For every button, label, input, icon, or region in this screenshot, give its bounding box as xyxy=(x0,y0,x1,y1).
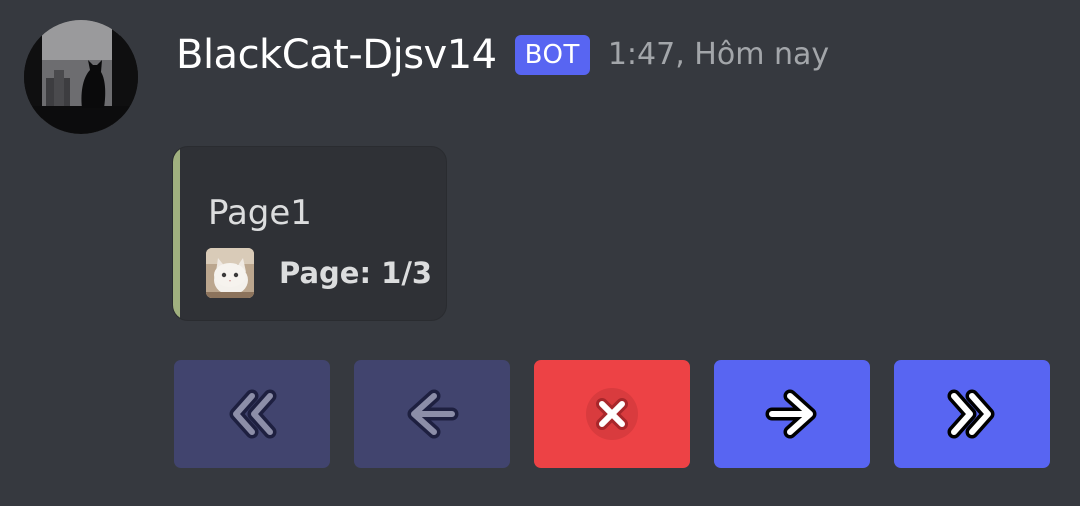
timestamp: 1:47, Hôm nay xyxy=(607,37,830,72)
embed-accent-bar xyxy=(173,147,180,320)
username[interactable]: BlackCat-Djsv14 xyxy=(176,30,497,80)
arrow-right-icon xyxy=(765,389,817,439)
page-indicator: Page: 1/3 xyxy=(279,256,433,290)
close-button[interactable] xyxy=(534,360,690,468)
double-chevron-left-icon xyxy=(229,389,277,439)
double-chevron-right-icon xyxy=(947,389,995,439)
avatar[interactable] xyxy=(24,20,138,134)
white-cat-photo-icon xyxy=(206,248,254,298)
close-x-icon xyxy=(586,388,638,440)
arrow-left-icon xyxy=(407,389,459,439)
next-page-button[interactable] xyxy=(714,360,870,468)
embed: Page1 Page: 1/3 xyxy=(172,146,447,321)
first-page-button[interactable] xyxy=(174,360,330,468)
embed-footer: Page: 1/3 xyxy=(206,248,432,298)
black-cat-avatar-icon xyxy=(24,20,138,134)
bot-badge: BOT xyxy=(514,35,590,75)
message-header: BlackCat-Djsv14 BOT 1:47, Hôm nay xyxy=(176,30,829,80)
previous-page-button[interactable] xyxy=(354,360,510,468)
last-page-button[interactable] xyxy=(894,360,1050,468)
embed-title: Page1 xyxy=(208,193,312,233)
pagination-buttons xyxy=(174,360,1050,468)
